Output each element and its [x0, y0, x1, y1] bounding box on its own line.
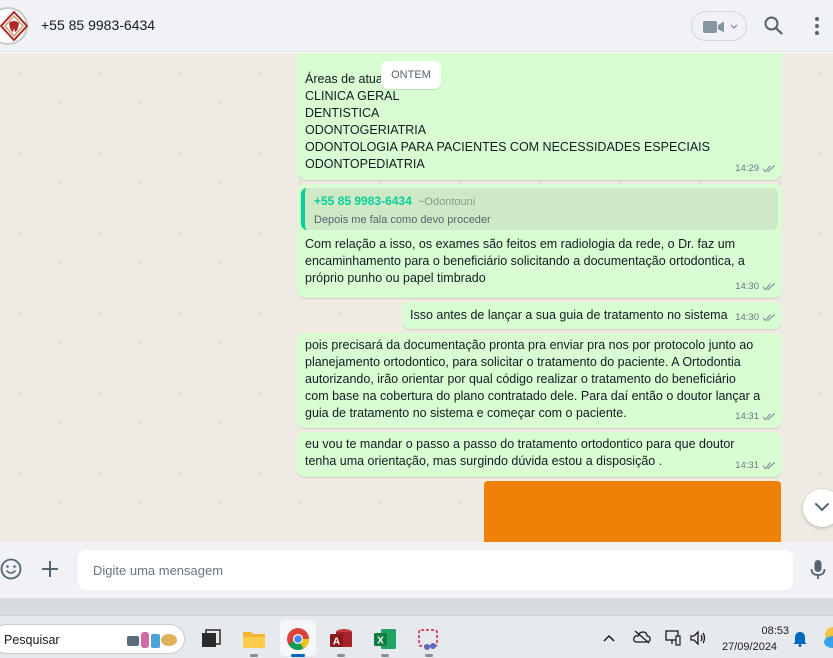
chat-header: +55 85 9983-6434 [0, 0, 833, 52]
svg-text:A: A [333, 637, 340, 648]
outgoing-message[interactable]: +55 85 9983-6434 ~Odontouni Depois me fa… [297, 184, 782, 298]
message-meta: 14:31 [735, 457, 776, 474]
outgoing-message[interactable]: pois precisará da documentação pronta pr… [297, 333, 782, 428]
message-text: Áreas de atua CLINICA GERAL DENTISTICA O… [305, 72, 710, 171]
date-separator: ONTEM [381, 61, 441, 89]
message-time: 14:30 [735, 312, 759, 323]
excel-icon[interactable]: X [372, 626, 398, 652]
taskbar-search-label: Pesquisar [4, 633, 60, 647]
double-check-icon [762, 314, 775, 322]
message-text: Isso antes de lançar a sua guia de trata… [410, 308, 728, 322]
clock-date[interactable]: 27/09/2024 [722, 641, 777, 653]
weather-icon[interactable] [822, 626, 833, 650]
quote-author: +55 85 9983-6434 [314, 194, 412, 208]
snipping-tool-icon[interactable] [416, 626, 442, 652]
quote-text: Depois me fala como devo proceder [314, 214, 491, 226]
app-running-indicator [381, 654, 389, 657]
app-running-indicator [337, 654, 345, 657]
taskbar-search-box[interactable]: Pesquisar [0, 624, 185, 654]
message-time: 14:31 [735, 411, 759, 422]
message-text: Com relação a isso, os exames são feitos… [305, 237, 745, 285]
outgoing-message[interactable]: Isso antes de lançar a sua guia de trata… [402, 302, 782, 329]
message-text: eu vou te mandar o passo a passo do trat… [305, 437, 735, 468]
app-active-indicator [291, 654, 305, 657]
message-time: 14:29 [735, 163, 759, 174]
display-icon[interactable] [665, 630, 681, 646]
menu-dots-icon[interactable] [814, 16, 820, 36]
video-call-icon [703, 21, 724, 33]
cloud-offline-icon[interactable] [633, 630, 651, 644]
volume-icon[interactable] [689, 630, 707, 646]
double-check-icon [762, 462, 775, 470]
scroll-to-bottom-button[interactable] [803, 489, 833, 527]
video-call-button[interactable] [691, 11, 747, 41]
chevron-down-icon [815, 503, 829, 512]
message-time: 14:31 [735, 460, 759, 471]
task-view-icon[interactable] [198, 626, 224, 652]
access-icon[interactable]: A [328, 626, 354, 652]
message-meta: 14:29 [735, 160, 776, 177]
emoji-icon[interactable] [0, 558, 22, 580]
app-running-indicator [250, 654, 258, 657]
message-text: pois precisará da documentação pronta pr… [305, 338, 761, 420]
message-meta: 14:30 [735, 278, 776, 295]
file-explorer-icon[interactable] [241, 626, 267, 652]
notification-icon[interactable] [793, 631, 807, 647]
app-running-indicator [425, 654, 433, 657]
double-check-icon [762, 283, 775, 291]
avatar-logo-icon [0, 11, 28, 41]
contact-name[interactable]: +55 85 9983-6434 [41, 17, 155, 33]
quote-alias: ~Odontouni [418, 196, 476, 208]
message-meta: 14:30 [735, 309, 776, 326]
message-input[interactable] [78, 550, 793, 590]
plus-icon[interactable] [40, 559, 60, 579]
quoted-message[interactable]: +55 85 9983-6434 ~Odontouni Depois me fa… [301, 188, 778, 230]
message-time: 14:30 [735, 281, 759, 292]
message-list[interactable]: ONTEM Áreas de atua CLINICA GERAL DENTIS… [0, 53, 833, 542]
media-message[interactable] [484, 481, 781, 542]
chevron-down-icon [730, 24, 738, 29]
window-bottom-edge [0, 598, 833, 615]
contact-avatar[interactable] [0, 7, 30, 45]
search-icon[interactable] [764, 16, 783, 35]
search-highlight-icon [127, 632, 177, 648]
chrome-icon[interactable] [285, 626, 311, 652]
double-check-icon [762, 413, 775, 421]
message-composer [0, 542, 833, 598]
mic-icon[interactable] [810, 559, 826, 581]
svg-text:X: X [377, 636, 384, 647]
double-check-icon [762, 165, 775, 173]
clock-time[interactable]: 08:53 [741, 625, 789, 637]
message-meta: 14:31 [735, 408, 776, 425]
outgoing-message[interactable]: eu vou te mandar o passo a passo do trat… [297, 432, 782, 477]
outgoing-message[interactable]: Áreas de atua CLINICA GERAL DENTISTICA O… [297, 53, 782, 180]
windows-taskbar: Pesquisar A X 08:53 27/09/2024 [0, 615, 833, 658]
chevron-up-icon[interactable] [603, 634, 615, 642]
